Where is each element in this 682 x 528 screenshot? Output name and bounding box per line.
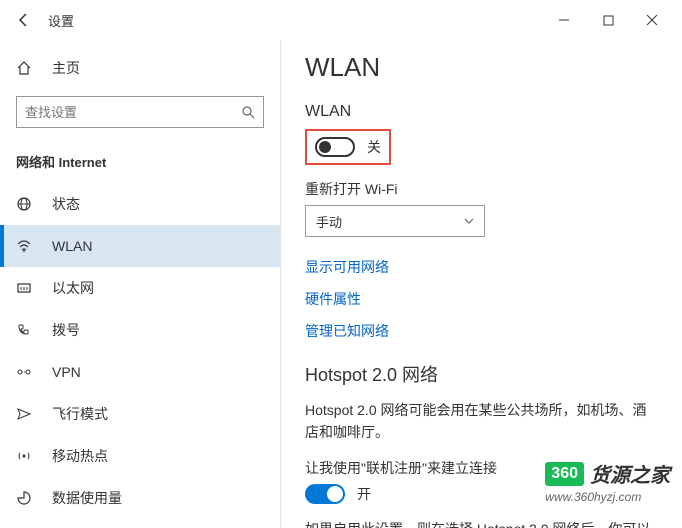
minimize-button[interactable] (542, 4, 586, 36)
nav-label: 状态 (52, 194, 80, 214)
wlan-toggle[interactable] (315, 137, 355, 157)
ethernet-icon (16, 280, 36, 296)
nav-item-proxy[interactable]: 代理 (0, 519, 280, 528)
back-button[interactable] (8, 4, 40, 36)
datausage-icon (16, 490, 36, 506)
watermark-url: www.360hyzj.com (545, 490, 670, 504)
reopen-dropdown[interactable]: 手动 (305, 205, 485, 237)
nav-item-ethernet[interactable]: 以太网 (0, 267, 280, 309)
hotspot-heading: Hotspot 2.0 网络 (305, 361, 658, 387)
hotspot-toggle[interactable] (305, 484, 345, 504)
link-manage-known[interactable]: 管理已知网络 (305, 321, 658, 341)
home-nav[interactable]: 主页 (0, 48, 280, 88)
hotspot-note: 如果启用此设置，则在选择 Hotspot 2.0 网络后，你可以看到可联机注册的… (305, 518, 658, 528)
nav-item-status[interactable]: 状态 (0, 183, 280, 225)
page-title: WLAN (305, 52, 658, 83)
wlan-section-label: WLAN (305, 103, 658, 121)
nav-label: 拨号 (52, 320, 80, 340)
search-icon (241, 105, 255, 119)
wifi-icon (16, 238, 36, 254)
dropdown-value: 手动 (316, 212, 342, 231)
link-show-networks[interactable]: 显示可用网络 (305, 257, 658, 277)
nav-item-dialup[interactable]: 拨号 (0, 309, 280, 351)
nav-label: WLAN (52, 238, 92, 254)
highlight-box: 关 (305, 129, 391, 165)
home-label: 主页 (52, 58, 80, 78)
maximize-button[interactable] (586, 4, 630, 36)
nav-item-wlan[interactable]: WLAN (0, 225, 280, 267)
nav-label: VPN (52, 364, 81, 380)
watermark-text: 货源之家 (590, 459, 670, 488)
chevron-down-icon (464, 218, 474, 224)
nav-item-datausage[interactable]: 数据使用量 (0, 477, 280, 519)
nav-label: 以太网 (52, 278, 94, 298)
search-box[interactable] (16, 96, 264, 128)
nav-item-airplane[interactable]: 飞行模式 (0, 393, 280, 435)
hotspot-toggle-label: 开 (357, 484, 371, 504)
link-hardware-props[interactable]: 硬件属性 (305, 289, 658, 309)
reopen-label: 重新打开 Wi-Fi (305, 179, 658, 199)
watermark-badge: 360 (545, 462, 584, 486)
sidebar: 主页 网络和 Internet 状态 WLAN (0, 40, 280, 528)
airplane-icon (16, 406, 36, 422)
nav-label: 数据使用量 (52, 488, 122, 508)
watermark: 360 货源之家 www.360hyzj.com (545, 459, 670, 504)
hotspot-icon (16, 448, 36, 464)
hotspot-desc: Hotspot 2.0 网络可能会用在某些公共场所，如机场、酒店和咖啡厅。 (305, 399, 658, 444)
nav-label: 移动热点 (52, 446, 108, 466)
close-button[interactable] (630, 4, 674, 36)
wlan-toggle-label: 关 (367, 137, 381, 157)
nav-label: 飞行模式 (52, 404, 108, 424)
window-title: 设置 (48, 11, 74, 30)
nav-item-vpn[interactable]: VPN (0, 351, 280, 393)
section-header: 网络和 Internet (0, 144, 280, 183)
dialup-icon (16, 322, 36, 338)
content-panel: WLAN WLAN 关 重新打开 Wi-Fi 手动 显示可用网络 硬件属性 管理… (280, 40, 682, 528)
vpn-icon (16, 364, 36, 380)
status-icon (16, 196, 36, 212)
nav-item-hotspot[interactable]: 移动热点 (0, 435, 280, 477)
home-icon (16, 60, 36, 76)
search-input[interactable] (25, 105, 241, 120)
